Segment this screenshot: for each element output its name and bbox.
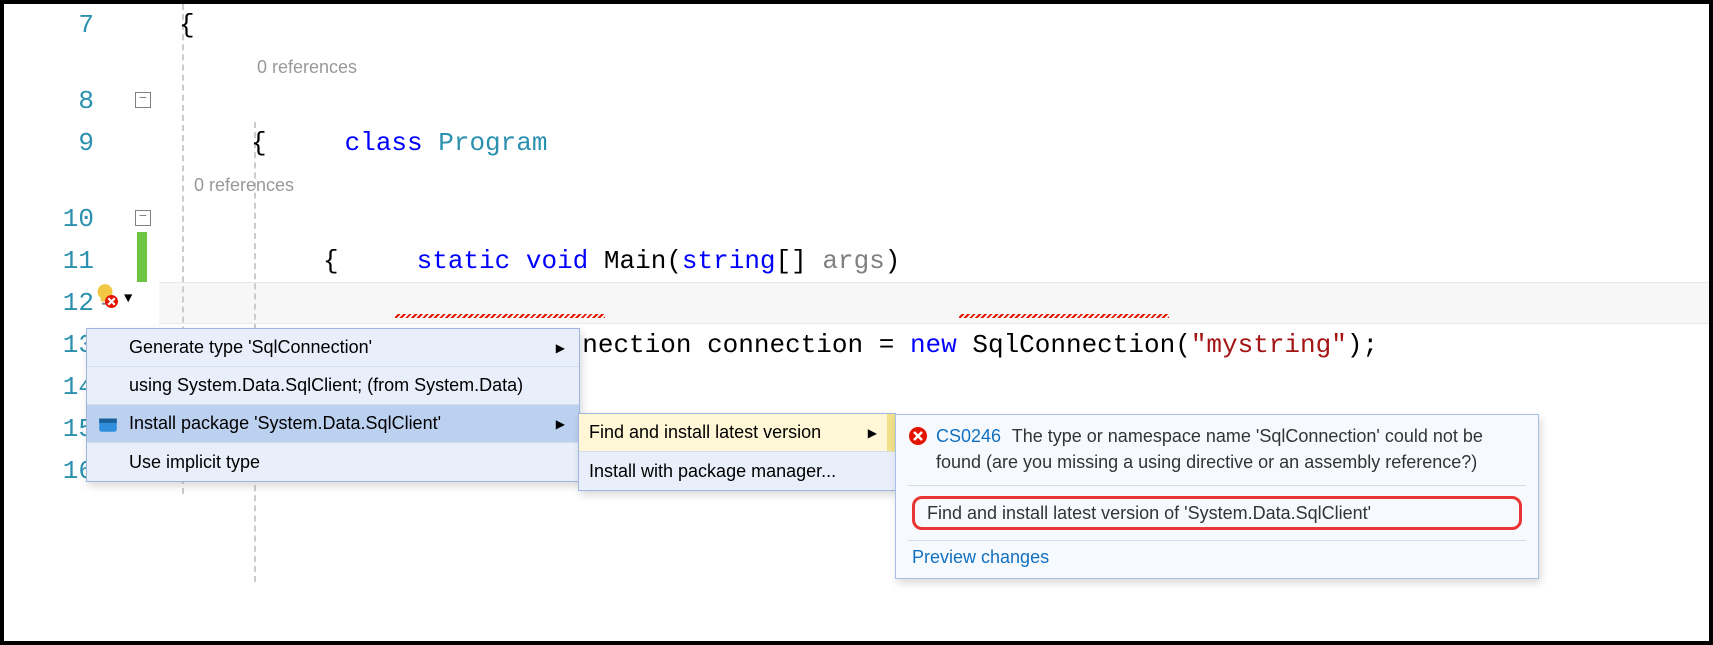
submenu-find-install-latest[interactable]: Find and install latest version ▶ xyxy=(579,414,895,452)
keyword: static xyxy=(417,246,511,276)
line-number: 9 xyxy=(4,122,94,164)
fold-toggle[interactable]: − xyxy=(135,210,151,226)
error-row: CS0246 The type or namespace name 'SqlCo… xyxy=(908,423,1526,486)
error-squiggle xyxy=(959,314,1169,318)
error-message: The type or namespace name 'SqlConnectio… xyxy=(936,426,1483,472)
package-icon xyxy=(97,413,119,435)
method-name: Main xyxy=(604,246,666,276)
line-number: 7 xyxy=(4,4,94,46)
line-number: 16 xyxy=(4,450,94,492)
keyword: void xyxy=(526,246,588,276)
menu-item-label: Install with package manager... xyxy=(589,461,836,482)
quickfix-use-implicit-type[interactable]: Use implicit type xyxy=(87,443,579,481)
parameter: args xyxy=(822,246,884,276)
chevron-down-icon: ▼ xyxy=(124,291,132,307)
fold-column: − − xyxy=(124,4,164,641)
line-number: 11 xyxy=(4,240,94,282)
quickfix-install-package[interactable]: Install package 'System.Data.SqlClient' … xyxy=(87,405,579,443)
line-number: 10 xyxy=(4,198,94,240)
fold-toggle[interactable]: − xyxy=(135,92,151,108)
quick-actions-menu[interactable]: Generate type 'SqlConnection' ▶ using Sy… xyxy=(86,328,580,482)
type-name: Program xyxy=(438,128,547,158)
quick-actions-submenu[interactable]: Find and install latest version ▶ Instal… xyxy=(578,413,896,491)
line-number: 8 xyxy=(4,80,94,122)
keyword: string xyxy=(682,246,776,276)
blank-icon xyxy=(97,375,119,397)
blank-icon xyxy=(97,337,119,359)
error-code: CS0246 xyxy=(936,426,1001,446)
blank-icon xyxy=(97,451,119,473)
submenu-arrow-icon: ▶ xyxy=(556,417,565,431)
menu-item-label: using System.Data.SqlClient; (from Syste… xyxy=(129,375,565,396)
tooltip-action-label: Find and install latest version of 'Syst… xyxy=(927,503,1371,524)
menu-item-label: Find and install latest version xyxy=(589,422,860,443)
type-ref: SqlConnection xyxy=(972,330,1175,360)
line-number: 13 xyxy=(4,324,94,366)
code-text: { xyxy=(323,240,339,282)
preview-changes-link[interactable]: Preview changes xyxy=(908,540,1526,570)
submenu-package-manager[interactable]: Install with package manager... xyxy=(579,452,895,490)
change-marker xyxy=(137,232,147,282)
submenu-arrow-icon: ▶ xyxy=(868,426,877,440)
menu-item-label: Use implicit type xyxy=(129,452,565,473)
preview-tooltip: CS0246 The type or namespace name 'SqlCo… xyxy=(895,414,1539,579)
line-number: 12 xyxy=(4,282,94,324)
code-text: { xyxy=(179,4,195,46)
code-editor[interactable]: 7 8 9 10 11 12 13 14 15 16 − − { 0 refer… xyxy=(4,4,1709,641)
submenu-arrow-icon: ▶ xyxy=(556,341,565,355)
keyword: new xyxy=(910,330,957,360)
error-squiggle xyxy=(395,314,605,318)
code-text: static void Main(string[] args) xyxy=(323,198,900,240)
string-literal: "mystring" xyxy=(1191,330,1347,360)
code-text: class Program xyxy=(251,80,547,122)
tooltip-action-highlight: Find and install latest version of 'Syst… xyxy=(912,496,1522,530)
quickfix-generate-type[interactable]: Generate type 'SqlConnection' ▶ xyxy=(87,329,579,367)
line-number: 14 xyxy=(4,366,94,408)
codelens-references[interactable]: 0 references xyxy=(194,164,294,206)
variable: connection xyxy=(707,330,863,360)
quick-actions-bulb[interactable]: ▼ xyxy=(92,284,160,314)
error-icon xyxy=(908,426,928,446)
menu-item-label: Install package 'System.Data.SqlClient' xyxy=(129,413,548,434)
quickfix-add-using[interactable]: using System.Data.SqlClient; (from Syste… xyxy=(87,367,579,405)
lightbulb-error-icon xyxy=(92,282,118,316)
menu-item-label: Generate type 'SqlConnection' xyxy=(129,337,548,358)
line-number: 15 xyxy=(4,408,94,450)
keyword: class xyxy=(345,128,423,158)
link-label: Preview changes xyxy=(912,547,1049,567)
code-text: { xyxy=(251,122,267,164)
gutter: 7 8 9 10 11 12 13 14 15 16 xyxy=(4,4,114,641)
